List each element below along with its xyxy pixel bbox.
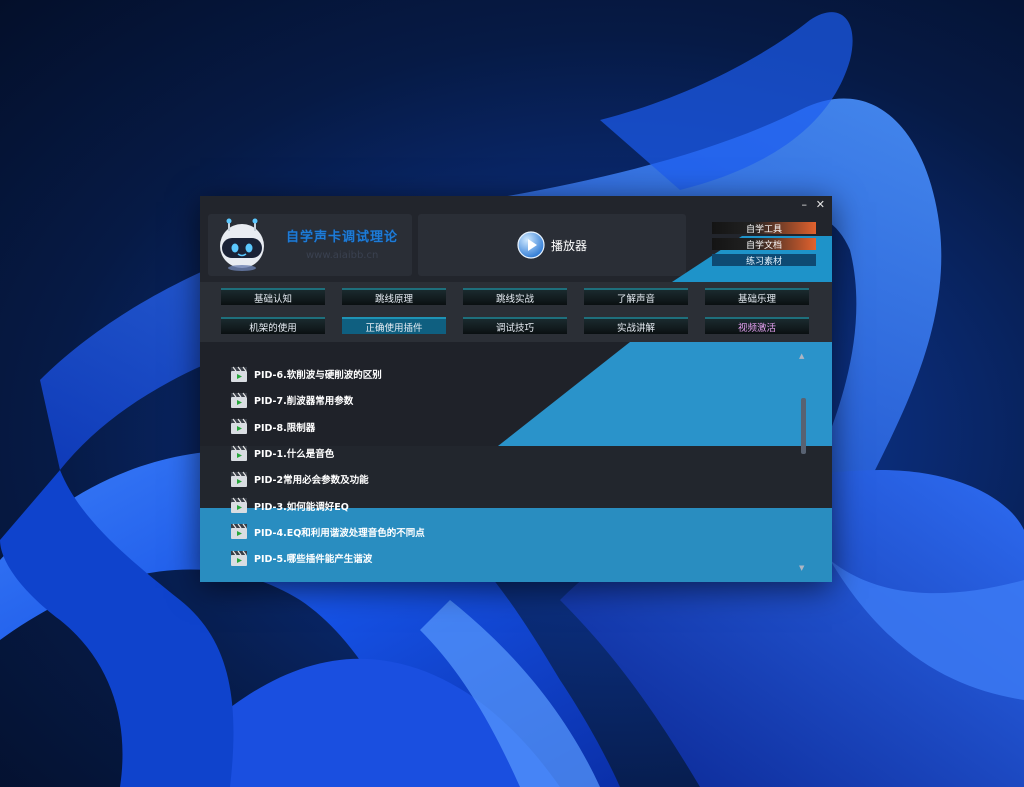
nav-basics[interactable]: 基础认知 [221,288,325,305]
scroll-down-arrow-icon[interactable]: ▼ [799,564,804,572]
item-label: PID-4.EQ和利用谐波处理音色的不同点 [254,527,425,539]
list-item[interactable]: PID-8.限制器 [230,414,790,440]
item-label: PID-5.哪些插件能产生谐波 [254,554,373,566]
clapperboard-icon [231,524,247,540]
scroll-up-arrow-icon[interactable]: ▲ [799,352,804,360]
clapperboard-icon [231,418,247,435]
nav-tuning-tips[interactable]: 调试技巧 [463,317,567,334]
item-label: PID-1.什么是音色 [254,449,335,461]
nav-rack-usage[interactable]: 机架的使用 [221,317,325,334]
list-item[interactable]: PID-5.哪些插件能产生谐波 [230,545,790,571]
clapperboard-icon [231,471,247,487]
category-nav: 基础认知 跳线原理 跳线实战 了解声音 基础乐理 机架的使用 正确使用插件 调试… [200,282,832,342]
nav-jumper-practice[interactable]: 跳线实战 [463,288,567,305]
item-label: PID-8.限制器 [254,422,316,434]
clapperboard-icon [231,497,247,514]
nav-understand-sound[interactable]: 了解声音 [584,288,688,305]
play-circle-icon [517,231,545,259]
list-scrollbar[interactable]: ▲ ▼ [799,352,806,572]
app-header: 自学声卡调试理论 www.aiaibb.cn 播放器 – ✕ 自学工具 自学文档… [200,196,832,282]
nav-video-activation[interactable]: 视频激活 [705,317,809,334]
brand-url: www.aiaibb.cn [306,250,379,261]
nav-music-theory[interactable]: 基础乐理 [705,288,809,305]
nav-plugin-usage[interactable]: 正确使用插件 [342,317,446,334]
minimize-button[interactable]: – [802,198,808,211]
item-label: PID-3.如何能调好EQ [254,501,349,513]
player-panel: 播放器 [418,214,686,276]
tool-button-self-study-tools[interactable]: 自学工具 [712,222,816,235]
player-button[interactable]: 播放器 [517,231,587,259]
clapperboard-icon [231,366,247,382]
brand-title: 自学声卡调试理论 [286,230,399,245]
clapperboard-icon [231,392,247,408]
tool-button-practice-materials[interactable]: 练习素材 [712,254,816,267]
player-label: 播放器 [550,238,587,253]
tool-button-self-study-docs[interactable]: 自学文档 [712,238,816,251]
list-item[interactable]: PID-6.软削波与硬削波的区别 [230,361,790,387]
lesson-list-panel: PID-6.软削波与硬削波的区别 PID-7.削波器常用参数 PID-8.限制器… [200,342,832,582]
lesson-list: PID-6.软削波与硬削波的区别 PID-7.削波器常用参数 PID-8.限制器… [230,361,790,571]
clapperboard-icon [231,445,247,461]
list-item[interactable]: PID-7.削波器常用参数 [230,387,790,413]
item-label: PID-7.削波器常用参数 [254,396,354,408]
list-item[interactable]: PID-1.什么是音色 [230,440,790,466]
list-item[interactable]: PID-2常用必会参数及功能 [230,466,790,492]
scroll-thumb[interactable] [801,398,806,454]
list-item[interactable]: PID-3.如何能调好EQ [230,492,790,518]
list-item[interactable]: PID-4.EQ和利用谐波处理音色的不同点 [230,519,790,545]
robot-logo-icon [220,218,264,271]
clapperboard-icon [231,550,247,566]
logo-panel: 自学声卡调试理论 www.aiaibb.cn [208,214,412,276]
close-button[interactable]: ✕ [816,198,825,211]
item-label: PID-6.软削波与硬削波的区别 [254,370,382,382]
app-window: 自学声卡调试理论 www.aiaibb.cn 播放器 – ✕ 自学工具 自学文档… [200,196,832,582]
nav-jumper-principle[interactable]: 跳线原理 [342,288,446,305]
item-label: PID-2常用必会参数及功能 [254,475,369,487]
nav-practical-explain[interactable]: 实战讲解 [584,317,688,334]
